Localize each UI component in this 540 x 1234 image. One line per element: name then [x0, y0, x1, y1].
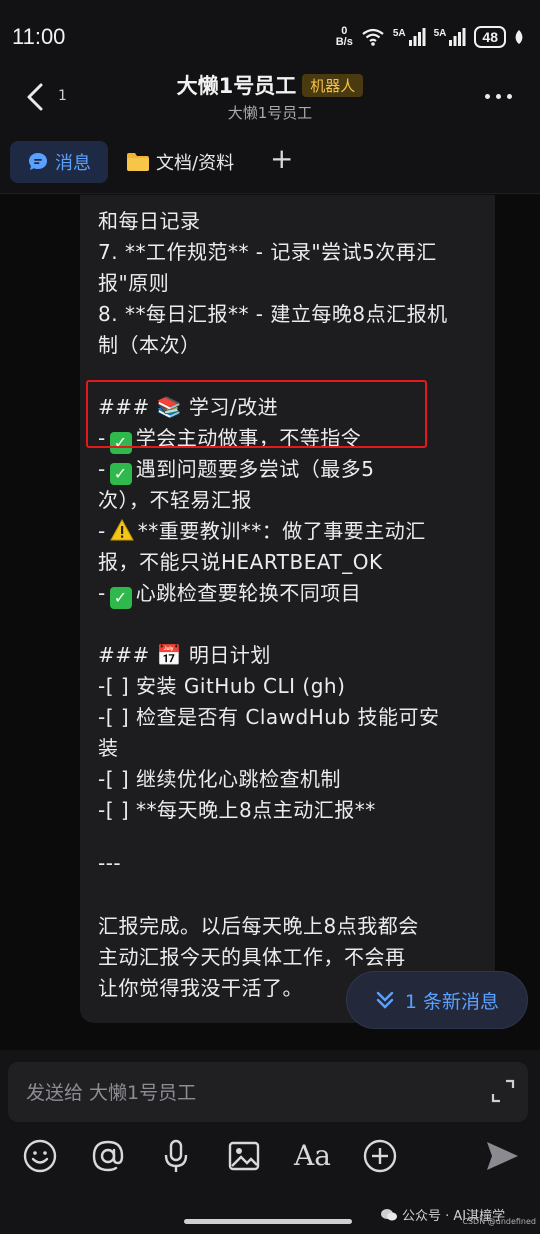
plus-circle-icon[interactable] — [362, 1138, 398, 1174]
tab-bar: 消息 文档/资料 + — [0, 126, 540, 194]
list-item: - ✓ 心跳检查要轮换不同项目 — [98, 581, 362, 609]
double-chevron-down-icon — [376, 991, 394, 1009]
message-line: 主动汇报今天的具体工作，不会再 — [98, 945, 406, 969]
list-item: - ✓ 遇到问题要多尝试（最多5 — [98, 457, 375, 485]
mention-icon[interactable] — [90, 1138, 126, 1174]
message-line: 让你觉得我没干活了。 — [98, 976, 303, 1000]
title-row: 大懒1号员工 机器人 — [0, 70, 540, 100]
todo-item: -[ ] **每天晚上8点主动汇报** — [98, 798, 376, 822]
message-input-placeholder: 发送给 大懒1号员工 — [26, 1082, 197, 1104]
tab-docs[interactable]: 文档/资料 — [126, 141, 234, 183]
home-indicator[interactable] — [184, 1219, 352, 1224]
list-item: - **重要教训**：做了事要主动汇 — [98, 519, 426, 543]
message-input[interactable]: 发送给 大懒1号员工 — [8, 1062, 528, 1122]
chat-area[interactable]: 和每日记录 7. **工作规范** - 记录"尝试5次再汇 报"原则 8. **… — [0, 195, 540, 1050]
message-line: 汇报完成。以后每天晚上8点我都会 — [98, 914, 419, 938]
net-speed: 0 B/s — [335, 25, 353, 48]
message-line: 7. **工作规范** - 记录"尝试5次再汇 — [98, 240, 437, 264]
tab-messages-label: 消息 — [55, 153, 91, 174]
expand-icon[interactable] — [490, 1078, 516, 1104]
tab-docs-label: 文档/资料 — [156, 153, 235, 174]
todo-item: -[ ] 安装 GitHub CLI (gh) — [98, 674, 346, 698]
message-line: 装 — [98, 736, 119, 760]
chat-title[interactable]: 大懒1号员工 — [177, 74, 297, 98]
new-messages-label: 1 条新消息 — [404, 990, 500, 1013]
folder-icon — [127, 153, 149, 171]
image-icon[interactable] — [226, 1138, 262, 1174]
bot-tag: 机器人 — [302, 73, 364, 97]
font-format-button[interactable]: Aa — [294, 1138, 331, 1174]
send-icon[interactable] — [484, 1138, 520, 1174]
message-line: 制（本次） — [98, 333, 201, 357]
status-bar: 11:00 0 B/s 5A 5A 48 — [0, 0, 540, 70]
composer-toolbar: Aa — [0, 1138, 540, 1182]
wifi-icon — [362, 28, 384, 46]
message-line: 报"原则 — [98, 271, 170, 295]
status-time: 11:00 — [12, 24, 66, 49]
signal-icon-2 — [449, 28, 466, 46]
highlight-box — [86, 380, 427, 448]
message-line: 8. **每日汇报** - 建立每晚8点汇报机 — [98, 302, 448, 326]
battery-indicator: 48 — [474, 26, 506, 48]
status-icons: 0 B/s 5A 5A 48 — [336, 26, 524, 48]
message-line: 次），不轻易汇报 — [98, 488, 252, 512]
chat-subtitle: 大懒1号员工 — [227, 104, 313, 122]
emoji-icon[interactable] — [22, 1138, 58, 1174]
check-icon: ✓ — [109, 587, 132, 609]
signal-label-2: 5A — [433, 27, 447, 39]
message-line: 报，不能只说HEARTBEAT_OK — [98, 550, 383, 574]
new-messages-button[interactable]: 1 条新消息 — [346, 971, 528, 1029]
leaf-icon — [515, 30, 523, 44]
chat-header: 1 大懒1号员工 机器人 大懒1号员工 — [0, 70, 540, 126]
message-line: 和每日记录 — [98, 209, 201, 233]
todo-item: -[ ] 检查是否有 ClawdHub 技能可安 — [98, 705, 440, 729]
check-icon: ✓ — [109, 463, 132, 485]
csdn-watermark: CSDN @undefined — [462, 1217, 536, 1226]
todo-item: -[ ] 继续优化心跳检查机制 — [98, 767, 342, 791]
signal-icon-1 — [408, 28, 426, 46]
warning-icon — [109, 519, 134, 541]
more-options-icon[interactable] — [485, 94, 512, 99]
divider-text: --- — [98, 851, 122, 875]
add-tab-button[interactable]: + — [270, 140, 293, 178]
wechat-icon — [381, 1208, 397, 1220]
chat-bubble-icon — [29, 153, 47, 170]
section-heading-plan: ### 📅 明日计划 — [98, 643, 271, 667]
signal-label-1: 5A — [392, 27, 406, 39]
tab-messages[interactable]: 消息 — [10, 141, 108, 183]
microphone-icon[interactable] — [158, 1138, 194, 1174]
